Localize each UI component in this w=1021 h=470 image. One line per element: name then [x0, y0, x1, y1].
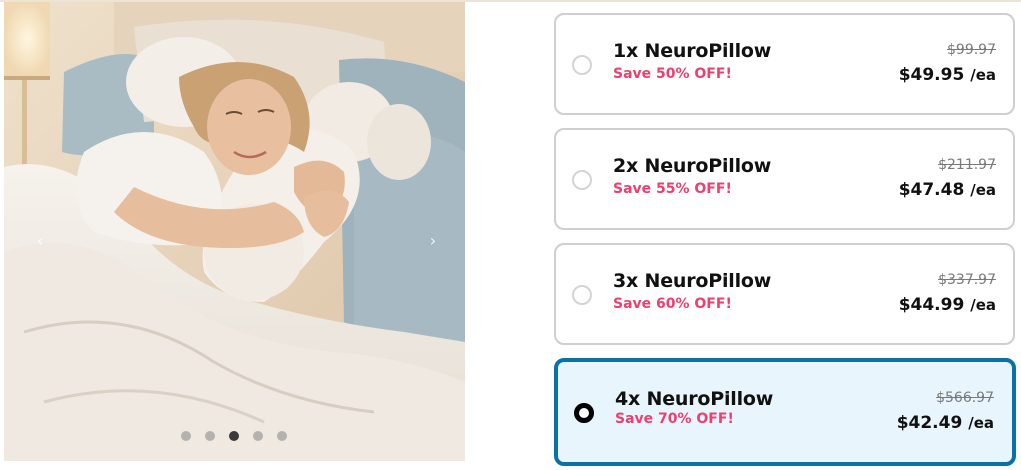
bundle-original-price: $566.97: [936, 390, 994, 406]
bundle-title: 3x NeuroPillow: [613, 270, 772, 292]
bundle-discount: Save 55% OFF!: [613, 181, 732, 197]
gallery-dot-1[interactable]: [181, 431, 191, 441]
chevron-right-icon: ›: [429, 231, 437, 250]
bundle-radio[interactable]: [572, 55, 592, 75]
bundle-radio[interactable]: [572, 285, 592, 305]
bundle-discount: Save 50% OFF!: [613, 66, 732, 82]
gallery-next-button[interactable]: ›: [425, 231, 441, 251]
product-image-gallery[interactable]: ‹ ›: [4, 2, 465, 461]
bundle-original-price: $99.97: [947, 42, 996, 58]
gallery-prev-button[interactable]: ‹: [32, 231, 48, 251]
bundle-price-value: $47.48: [898, 180, 965, 200]
bundle-discount: Save 70% OFF!: [615, 411, 734, 427]
bundle-radio[interactable]: [572, 170, 592, 190]
bundle-option-1x[interactable]: 1x NeuroPillow Save 50% OFF! $99.97 $49.…: [554, 13, 1015, 115]
bundle-price-value: $42.49: [896, 413, 963, 433]
bundle-discount: Save 60% OFF!: [613, 296, 732, 312]
chevron-left-icon: ‹: [36, 231, 44, 250]
bundle-price-unit: /ea: [970, 66, 996, 84]
bundle-option-2x[interactable]: 2x NeuroPillow Save 55% OFF! $211.97 $47…: [554, 128, 1015, 230]
gallery-dot-5[interactable]: [277, 431, 287, 441]
bundle-price-unit: /ea: [968, 414, 994, 432]
bundle-price: $49.95 /ea: [899, 65, 996, 85]
bundle-price: $47.48 /ea: [899, 180, 996, 200]
bundle-price-unit: /ea: [970, 181, 996, 199]
bundle-radio-selected[interactable]: [574, 403, 594, 423]
bundle-option-3x[interactable]: 3x NeuroPillow Save 60% OFF! $337.97 $44…: [554, 243, 1015, 345]
bundle-original-price: $211.97: [938, 157, 996, 173]
bundle-price: $44.99 /ea: [899, 295, 996, 315]
bundle-price-value: $49.95: [898, 65, 965, 85]
bundle-title: 4x NeuroPillow: [615, 388, 774, 410]
bundle-option-4x[interactable]: 4x NeuroPillow Save 70% OFF! $566.97 $42…: [554, 358, 1016, 466]
bundle-original-price: $337.97: [938, 272, 996, 288]
bundle-price-value: $44.99: [898, 295, 965, 315]
bundle-price: $42.49 /ea: [897, 413, 994, 433]
gallery-dot-3[interactable]: [229, 431, 239, 441]
bundle-title: 1x NeuroPillow: [613, 40, 772, 62]
bundle-title: 2x NeuroPillow: [613, 155, 772, 177]
gallery-dot-2[interactable]: [205, 431, 215, 441]
gallery-pagination-dots: [181, 431, 287, 443]
gallery-dot-4[interactable]: [253, 431, 263, 441]
product-photo: [4, 2, 465, 461]
bundle-price-unit: /ea: [970, 296, 996, 314]
